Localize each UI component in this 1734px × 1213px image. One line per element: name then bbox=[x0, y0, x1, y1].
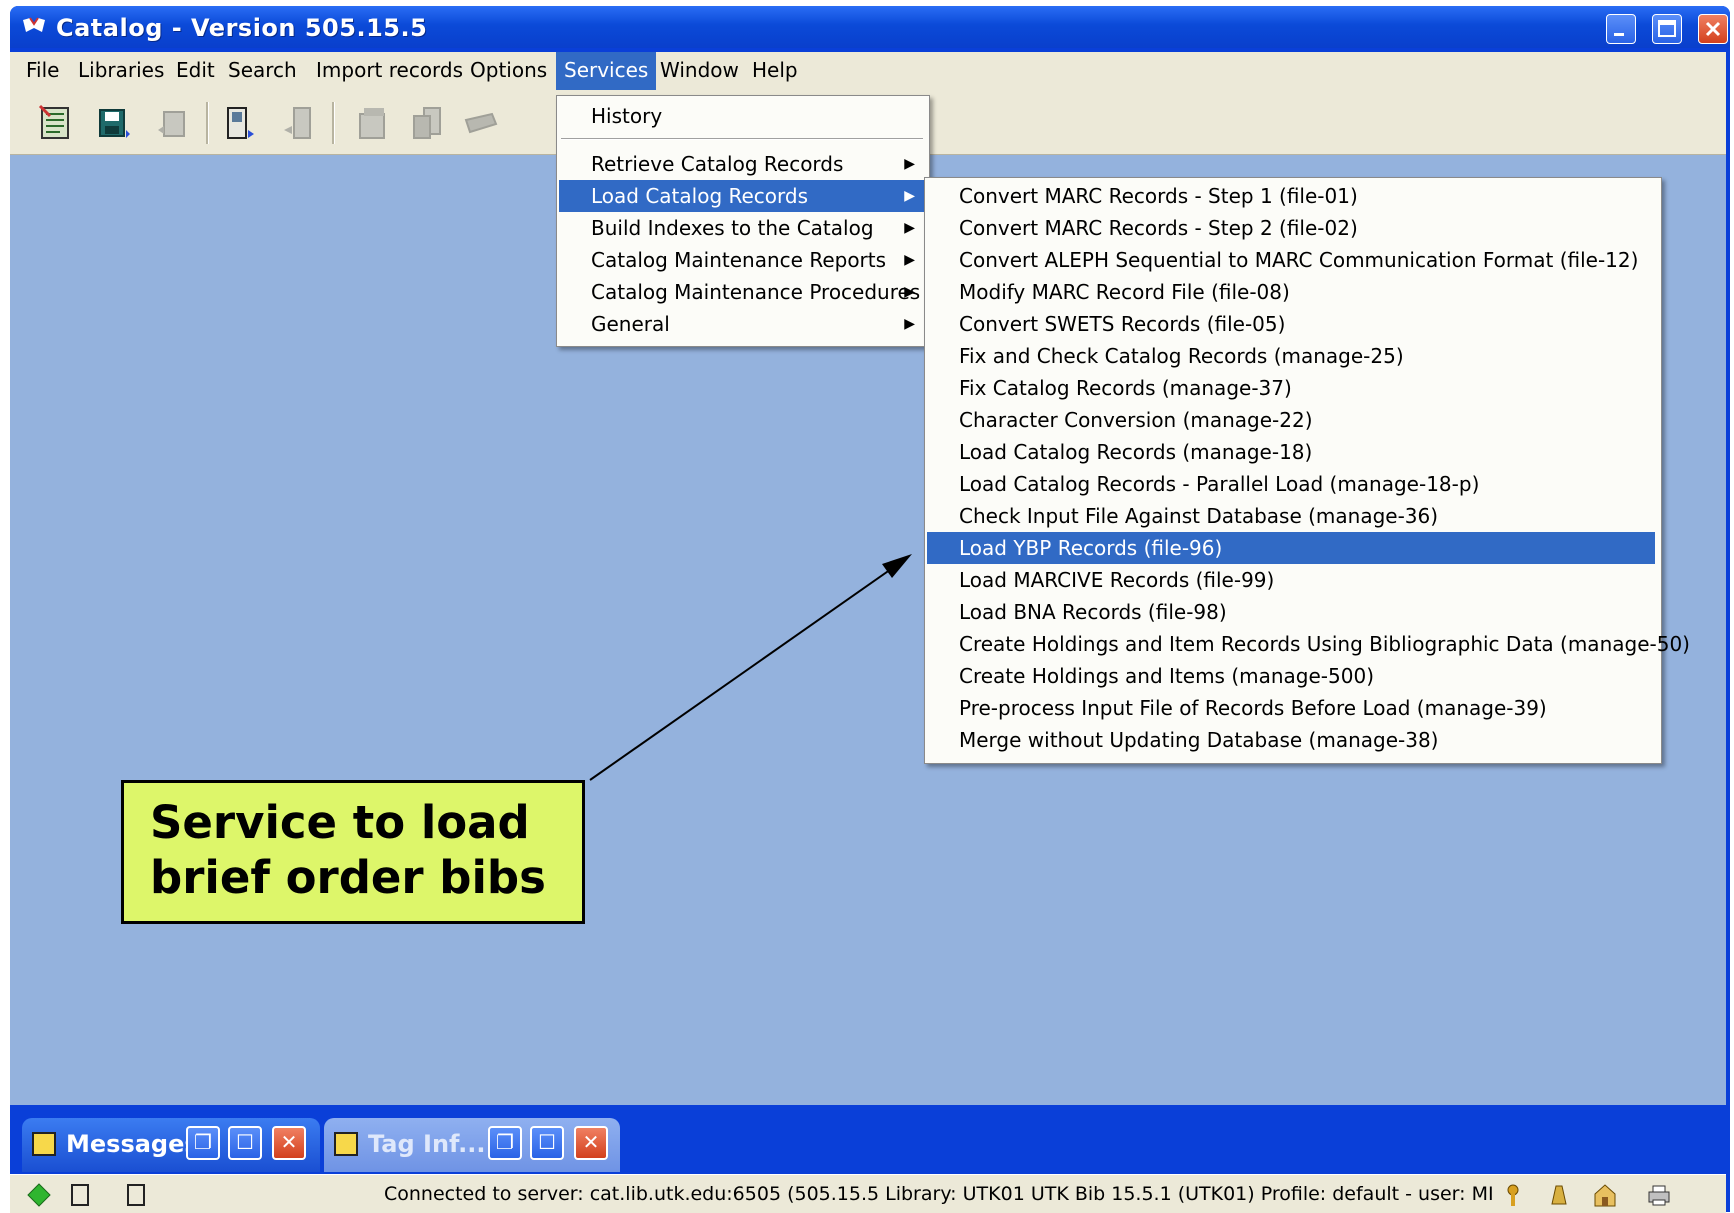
menu-item-build-indexes[interactable]: Build Indexes to the Catalog ▶ bbox=[559, 212, 927, 244]
menu-services[interactable]: Services bbox=[556, 52, 657, 90]
maximize-button[interactable]: ☐ bbox=[530, 1126, 564, 1160]
open-record-icon[interactable] bbox=[222, 104, 258, 142]
menu-item-label: Build Indexes to the Catalog bbox=[591, 216, 874, 240]
tag-info-icon bbox=[334, 1132, 358, 1156]
menu-item-history[interactable]: History bbox=[559, 100, 927, 132]
menu-import-records[interactable]: Import records bbox=[308, 52, 471, 90]
submenu-arrow-icon: ▶ bbox=[904, 220, 915, 236]
submenu-item[interactable]: Modify MARC Record File (file-08) bbox=[927, 276, 1655, 308]
printer-icon[interactable] bbox=[1646, 1182, 1672, 1208]
messages-icon bbox=[32, 1132, 56, 1156]
submenu-item-load-ybp-records[interactable]: Load YBP Records (file-96) bbox=[927, 532, 1655, 564]
menu-file[interactable]: File bbox=[18, 52, 67, 90]
submenu-item[interactable]: Fix and Check Catalog Records (manage-25… bbox=[927, 340, 1655, 372]
maximize-icon bbox=[1658, 20, 1676, 37]
submenu-item[interactable]: Merge without Updating Database (manage-… bbox=[927, 724, 1655, 756]
submenu-item[interactable]: Create Holdings and Items (manage-500) bbox=[927, 660, 1655, 692]
submenu-item[interactable]: Load Catalog Records (manage-18) bbox=[927, 436, 1655, 468]
menu-window[interactable]: Window bbox=[652, 52, 747, 90]
duplicate-record-icon[interactable] bbox=[354, 104, 390, 142]
messages-label: Messages bbox=[66, 1130, 199, 1158]
submenu-item[interactable]: Convert MARC Records - Step 1 (file-01) bbox=[927, 180, 1655, 212]
submenu-item[interactable]: Fix Catalog Records (manage-37) bbox=[927, 372, 1655, 404]
toolbar-separator bbox=[206, 102, 209, 144]
menu-help[interactable]: Help bbox=[744, 52, 806, 90]
maximize-button[interactable] bbox=[1652, 14, 1682, 44]
menu-item-label: Catalog Maintenance Procedures bbox=[591, 280, 921, 304]
menu-search[interactable]: Search bbox=[220, 52, 305, 90]
new-record-icon[interactable] bbox=[38, 104, 74, 142]
status-bar: Connected to server: cat.lib.utk.edu:650… bbox=[10, 1174, 1726, 1213]
close-button[interactable]: ✕ bbox=[272, 1126, 306, 1160]
annotation-callout: Service to load brief order bibs bbox=[121, 780, 585, 924]
toolbar-separator bbox=[332, 102, 335, 144]
catalog-app-icon bbox=[23, 17, 45, 32]
submenu-item[interactable]: Load MARCIVE Records (file-99) bbox=[927, 564, 1655, 596]
tag-info-window-tab[interactable]: Tag Inf... ❐ ☐ ✕ bbox=[324, 1118, 620, 1172]
restore-button[interactable]: ❐ bbox=[186, 1126, 220, 1160]
minimize-icon bbox=[1614, 33, 1624, 36]
key-icon[interactable] bbox=[1500, 1182, 1526, 1208]
submenu-arrow-icon: ▶ bbox=[904, 156, 915, 172]
menu-edit[interactable]: Edit bbox=[168, 52, 223, 90]
connection-status-icon bbox=[27, 1183, 51, 1207]
export-record-icon[interactable] bbox=[280, 104, 316, 142]
submenu-arrow-icon: ▶ bbox=[904, 188, 915, 204]
submenu-item[interactable]: Pre-process Input File of Records Before… bbox=[927, 692, 1655, 724]
submenu-item[interactable]: Load BNA Records (file-98) bbox=[927, 596, 1655, 628]
submenu-item[interactable]: Convert SWETS Records (file-05) bbox=[927, 308, 1655, 340]
minimize-button[interactable] bbox=[1606, 14, 1636, 44]
menu-item-label: Catalog Maintenance Reports bbox=[591, 248, 887, 272]
menu-item-label: Load Catalog Records bbox=[591, 184, 809, 208]
menu-item-load-catalog-records[interactable]: Load Catalog Records ▶ bbox=[559, 180, 927, 212]
menu-item-label: General bbox=[591, 312, 670, 336]
submenu-arrow-icon: ▶ bbox=[904, 316, 915, 332]
submenu-item[interactable]: Check Input File Against Database (manag… bbox=[927, 500, 1655, 532]
messages-window-tab[interactable]: Messages ❐ ☐ ✕ bbox=[22, 1118, 320, 1172]
submenu-item[interactable]: Convert MARC Records - Step 2 (file-02) bbox=[927, 212, 1655, 244]
document-icon[interactable] bbox=[68, 1182, 94, 1208]
maximize-button[interactable]: ☐ bbox=[228, 1126, 262, 1160]
bell-icon[interactable] bbox=[1546, 1182, 1572, 1208]
window-title: Catalog - Version 505.15.5 bbox=[56, 14, 428, 42]
services-dropdown: History Retrieve Catalog Records ▶ Load C… bbox=[556, 95, 930, 347]
document-icon[interactable] bbox=[124, 1182, 150, 1208]
submenu-item[interactable]: Create Holdings and Item Records Using B… bbox=[927, 628, 1690, 660]
submenu-item[interactable]: Convert ALEPH Sequential to MARC Communi… bbox=[927, 244, 1655, 276]
title-bar[interactable]: Catalog - Version 505.15.5 bbox=[10, 6, 1730, 48]
restore-button[interactable]: ❐ bbox=[488, 1126, 522, 1160]
push-record-icon[interactable] bbox=[154, 104, 190, 142]
submenu-arrow-icon: ▶ bbox=[904, 284, 915, 300]
menu-item-general[interactable]: General ▶ bbox=[559, 308, 927, 340]
copy-record-icon[interactable] bbox=[410, 104, 446, 142]
submenu-item[interactable]: Load Catalog Records - Parallel Load (ma… bbox=[927, 468, 1655, 500]
menu-item-maintenance-reports[interactable]: Catalog Maintenance Reports ▶ bbox=[559, 244, 927, 276]
menu-item-retrieve-catalog-records[interactable]: Retrieve Catalog Records ▶ bbox=[559, 148, 927, 180]
save-icon[interactable] bbox=[96, 104, 132, 142]
home-icon[interactable] bbox=[1592, 1182, 1618, 1208]
menu-item-label: Retrieve Catalog Records bbox=[591, 152, 844, 176]
link-record-icon[interactable] bbox=[462, 104, 498, 142]
menu-libraries[interactable]: Libraries bbox=[70, 52, 172, 90]
menu-item-label: History bbox=[591, 104, 663, 128]
close-button[interactable] bbox=[1698, 14, 1728, 44]
close-icon bbox=[1705, 21, 1721, 37]
menu-options[interactable]: Options bbox=[462, 52, 555, 90]
menu-separator bbox=[561, 138, 923, 140]
close-button[interactable]: ✕ bbox=[574, 1126, 608, 1160]
menu-item-maintenance-procedures[interactable]: Catalog Maintenance Procedures ▶ bbox=[559, 276, 927, 308]
submenu-item[interactable]: Character Conversion (manage-22) bbox=[927, 404, 1655, 436]
callout-line-1: Service to load bbox=[150, 796, 530, 849]
tag-info-label: Tag Inf... bbox=[368, 1130, 486, 1158]
callout-line-2: brief order bibs bbox=[150, 851, 546, 904]
status-text: Connected to server: cat.lib.utk.edu:650… bbox=[384, 1183, 1494, 1205]
submenu-arrow-icon: ▶ bbox=[904, 252, 915, 268]
menu-bar: File Libraries Edit Search Import record… bbox=[10, 52, 1726, 90]
load-catalog-records-submenu: Convert MARC Records - Step 1 (file-01) … bbox=[924, 177, 1690, 764]
